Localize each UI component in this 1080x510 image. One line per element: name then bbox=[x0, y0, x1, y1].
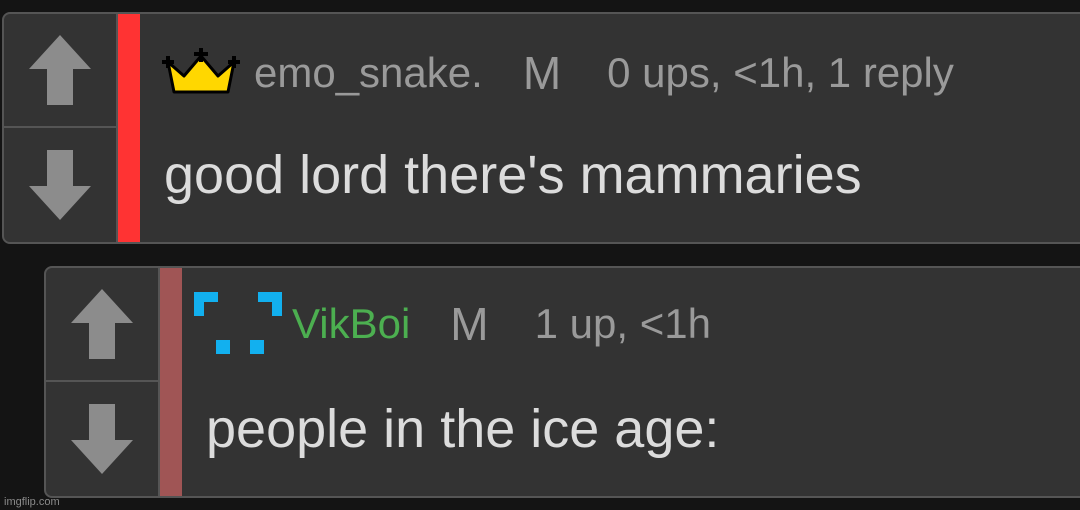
thread-stripe bbox=[118, 14, 140, 242]
pixel-face-icon bbox=[194, 292, 282, 354]
comment-header: emo_snake. M 0 ups, <1h, 1 reply bbox=[162, 40, 954, 106]
upvote-button[interactable] bbox=[4, 14, 116, 128]
arrow-down-icon bbox=[71, 404, 133, 474]
comment-header: VikBoi M 1 up, <1h bbox=[194, 288, 711, 360]
arrow-down-icon bbox=[29, 150, 91, 220]
vote-column bbox=[4, 14, 118, 242]
username-link[interactable]: VikBoi bbox=[292, 300, 410, 348]
comment-text: good lord there's mammaries bbox=[164, 145, 862, 205]
mod-badge: M bbox=[522, 47, 562, 99]
arrow-up-icon bbox=[71, 289, 133, 359]
comment-text: people in the ice age: bbox=[206, 399, 720, 459]
arrow-up-icon bbox=[29, 35, 91, 105]
upvote-button[interactable] bbox=[46, 268, 158, 382]
comment-meta: 1 up, <1h bbox=[534, 300, 711, 347]
comment: emo_snake. M 0 ups, <1h, 1 reply good lo… bbox=[2, 12, 1080, 244]
username-link[interactable]: emo_snake. bbox=[254, 49, 483, 97]
mod-badge: M bbox=[450, 298, 489, 350]
comment-meta: 0 ups, <1h, 1 reply bbox=[607, 49, 954, 96]
thread-stripe bbox=[160, 268, 182, 496]
vote-column bbox=[46, 268, 160, 496]
downvote-button[interactable] bbox=[46, 382, 158, 496]
watermark: imgflip.com bbox=[4, 496, 60, 508]
comment-reply: VikBoi M 1 up, <1h people in the ice age… bbox=[44, 266, 1080, 498]
crown-icon bbox=[162, 48, 240, 94]
downvote-button[interactable] bbox=[4, 128, 116, 242]
